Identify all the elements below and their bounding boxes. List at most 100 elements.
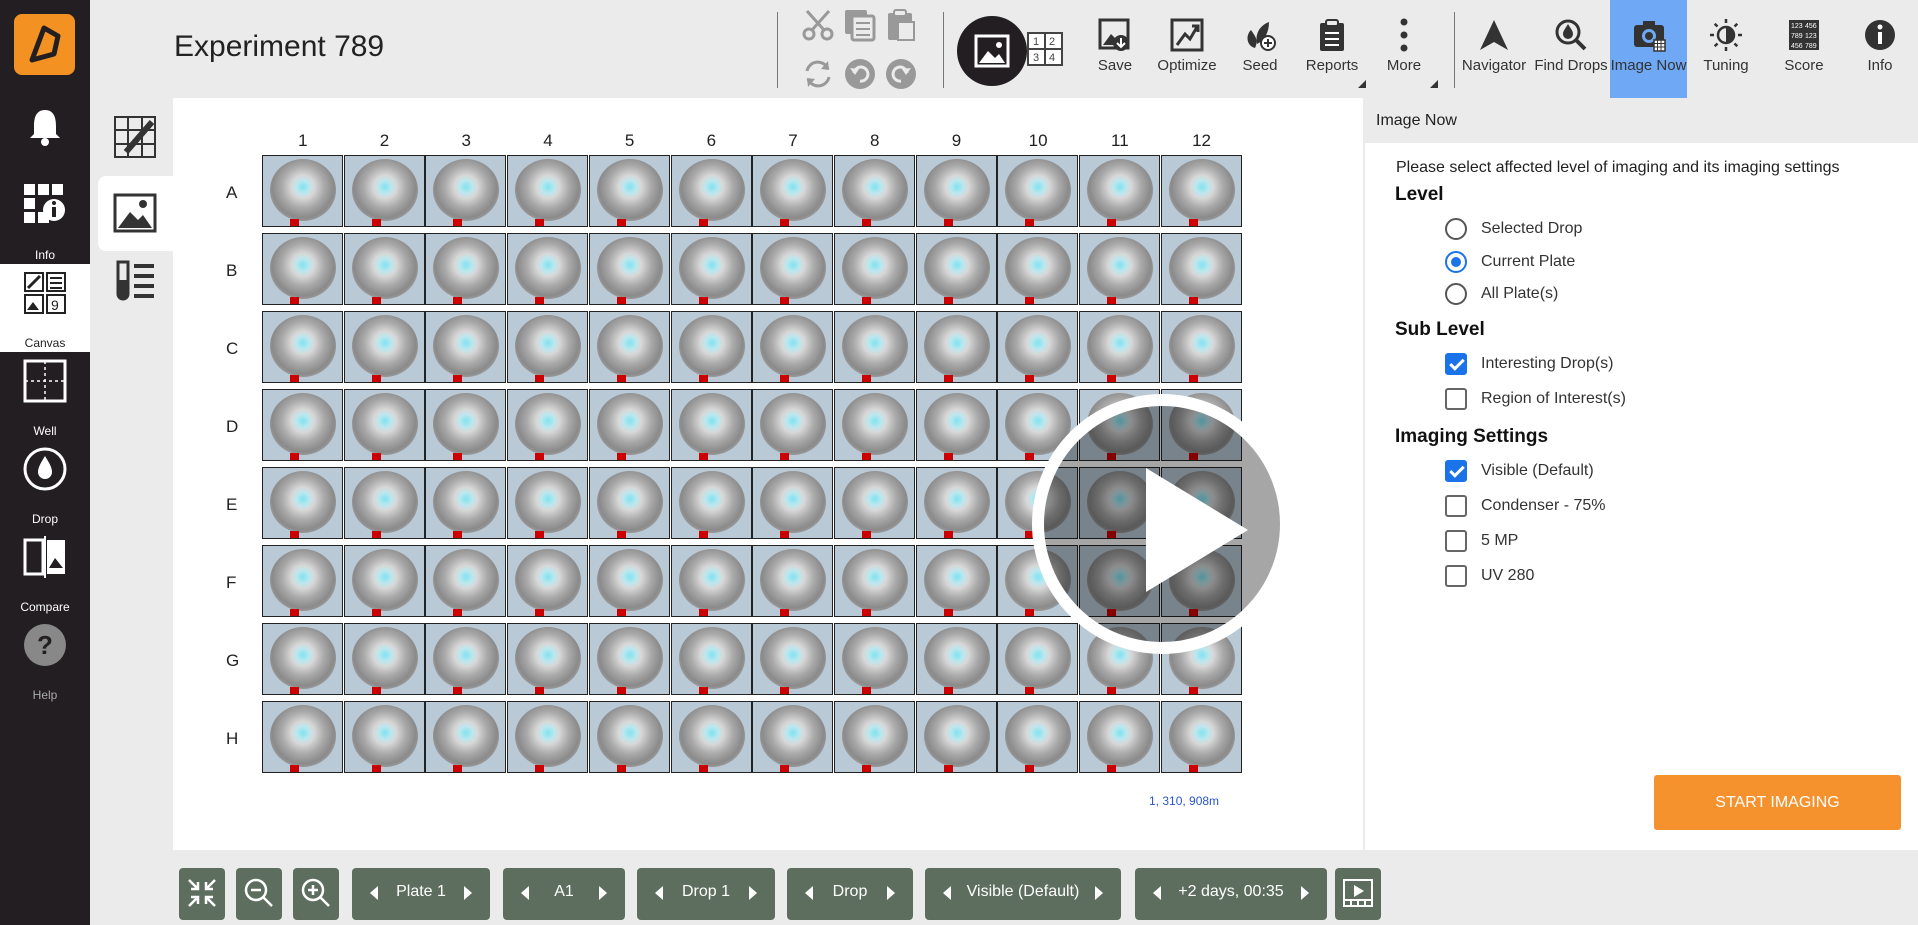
well-cell[interactable] [915, 389, 997, 461]
row-header[interactable]: B [226, 261, 237, 281]
well-cell[interactable] [915, 545, 997, 617]
cut-icon[interactable] [801, 8, 835, 42]
well-cell[interactable] [262, 545, 343, 617]
well-cell[interactable] [670, 467, 752, 539]
well-cell[interactable] [343, 467, 425, 539]
column-header[interactable]: 3 [425, 131, 507, 151]
well-cell[interactable] [752, 389, 834, 461]
column-header[interactable]: 9 [916, 131, 998, 151]
well-cell[interactable] [425, 467, 507, 539]
well-cell[interactable] [343, 311, 425, 383]
copy-icon[interactable] [843, 8, 877, 42]
sidebar-item-drop[interactable]: Drop [0, 440, 90, 528]
well-cell[interactable] [425, 233, 507, 305]
well-cell[interactable] [425, 623, 507, 695]
well-cell[interactable] [752, 623, 834, 695]
checkbox[interactable] [1445, 530, 1467, 552]
well-cell[interactable] [997, 623, 1079, 695]
numbered-grid-icon[interactable]: 1 23 4 [1026, 31, 1066, 67]
mode-selector[interactable]: Drop [787, 868, 913, 920]
well-cell[interactable] [1079, 701, 1160, 773]
seed-button[interactable]: Seed [1224, 0, 1296, 98]
column-header[interactable]: 12 [1161, 131, 1243, 151]
image-now-button[interactable]: Image Now [1610, 0, 1687, 98]
well-cell[interactable] [507, 467, 589, 539]
tuning-button[interactable]: Tuning [1690, 0, 1762, 98]
well-cell[interactable] [1160, 233, 1242, 305]
next-arrow-icon[interactable] [1301, 886, 1309, 900]
well-cell[interactable] [997, 233, 1079, 305]
imaging-selector[interactable]: Visible (Default) [925, 868, 1121, 920]
well-cell[interactable] [670, 389, 752, 461]
well-cell[interactable] [262, 701, 343, 773]
well-cell[interactable] [588, 467, 670, 539]
row-header[interactable]: E [226, 495, 237, 515]
image-mode-toggle[interactable] [957, 16, 1027, 86]
well-cell[interactable] [588, 623, 670, 695]
well-cell[interactable] [752, 233, 834, 305]
well-cell[interactable] [833, 155, 915, 227]
column-header[interactable]: 7 [752, 131, 834, 151]
next-arrow-icon[interactable] [599, 886, 607, 900]
well-cell[interactable] [343, 545, 425, 617]
well-cell[interactable] [1079, 155, 1160, 227]
sidebar-item-canvas[interactable]: 9 Canvas [0, 264, 90, 352]
undo-icon[interactable] [843, 57, 877, 91]
zoom-out-button[interactable] [236, 868, 282, 920]
row-header[interactable]: A [226, 183, 237, 203]
column-header[interactable]: 6 [671, 131, 753, 151]
well-cell[interactable] [915, 155, 997, 227]
well-cell[interactable] [507, 233, 589, 305]
well-cell[interactable] [425, 389, 507, 461]
fit-to-screen-button[interactable] [179, 868, 225, 920]
column-header[interactable]: 8 [834, 131, 916, 151]
next-arrow-icon[interactable] [464, 886, 472, 900]
well-cell[interactable] [1079, 311, 1160, 383]
column-header[interactable]: 2 [344, 131, 426, 151]
well-cell[interactable] [915, 311, 997, 383]
column-header[interactable]: 4 [507, 131, 589, 151]
well-cell[interactable] [262, 311, 343, 383]
save-button[interactable]: Save [1079, 0, 1151, 98]
row-header[interactable]: D [226, 417, 238, 437]
time-selector[interactable]: +2 days, 00:35 [1135, 868, 1327, 920]
next-arrow-icon[interactable] [749, 886, 757, 900]
well-cell[interactable] [833, 233, 915, 305]
column-header[interactable]: 10 [997, 131, 1079, 151]
well-cell[interactable] [670, 311, 752, 383]
row-header[interactable]: F [226, 573, 236, 593]
well-cell[interactable] [262, 389, 343, 461]
refresh-icon[interactable] [801, 57, 835, 91]
column-header[interactable]: 1 [262, 131, 344, 151]
well-cell[interactable] [833, 623, 915, 695]
checkbox[interactable] [1445, 565, 1467, 587]
checkbox[interactable] [1445, 495, 1467, 517]
well-cell[interactable] [833, 311, 915, 383]
navigator-button[interactable]: Navigator [1458, 0, 1530, 98]
row-header[interactable]: C [226, 339, 238, 359]
sidebar-item-help[interactable]: ? Help [0, 616, 90, 704]
well-cell[interactable] [752, 155, 834, 227]
well-selector[interactable]: A1 [503, 868, 625, 920]
well-cell[interactable] [507, 389, 589, 461]
well-cell[interactable] [425, 701, 507, 773]
well-cell[interactable] [833, 389, 915, 461]
zoom-in-button[interactable] [293, 868, 339, 920]
well-cell[interactable] [588, 701, 670, 773]
well-cell[interactable] [425, 155, 507, 227]
well-cell[interactable] [588, 311, 670, 383]
well-cell[interactable] [588, 233, 670, 305]
well-cell[interactable] [507, 311, 589, 383]
well-cell[interactable] [425, 545, 507, 617]
well-cell[interactable] [833, 701, 915, 773]
well-cell[interactable] [507, 623, 589, 695]
score-button[interactable]: 123 456 789 123 456 789 Score [1768, 0, 1840, 98]
well-cell[interactable] [1160, 311, 1242, 383]
edit-grid-view-button[interactable] [98, 100, 173, 175]
radio-button[interactable] [1445, 283, 1467, 305]
drop-selector[interactable]: Drop 1 [637, 868, 775, 920]
well-cell[interactable] [997, 701, 1079, 773]
redo-icon[interactable] [884, 57, 918, 91]
checkbox[interactable] [1445, 460, 1467, 482]
well-cell[interactable] [752, 311, 834, 383]
